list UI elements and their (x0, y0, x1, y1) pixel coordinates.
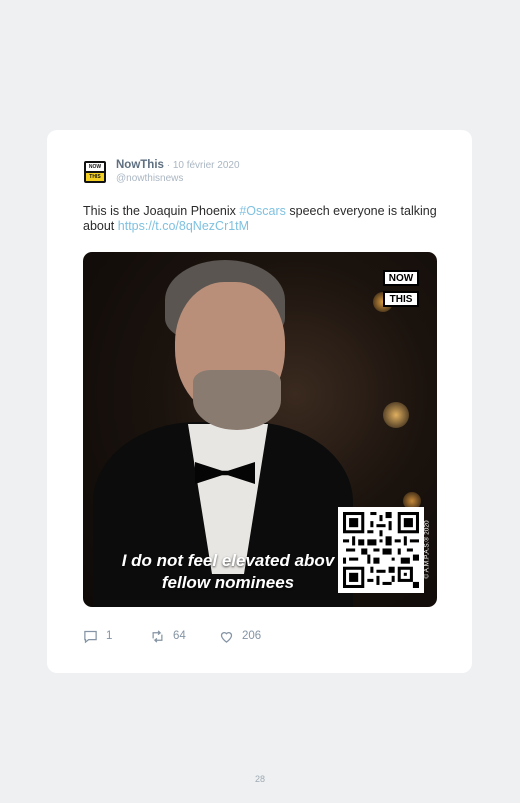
reply-icon (84, 630, 97, 643)
avatar[interactable]: NOW THIS (84, 161, 106, 183)
avatar-logo-bottom: THIS (86, 173, 104, 181)
subtitle-line-1: I do not feel elevated abov (121, 551, 335, 570)
tweet-card: NOW THIS NowThis · 10 février 2020 @nowt… (47, 130, 472, 673)
tweet-text-part1: This is the Joaquin Phoenix (83, 204, 240, 218)
reply-count: 1 (106, 630, 113, 642)
account-line: NowThis · 10 février 2020 (116, 159, 240, 171)
video-thumbnail[interactable]: NOW THIS I do not feel elevated abov fel… (83, 252, 437, 607)
copyright-text: © A.M.P.A.S.® 2020 (423, 520, 431, 579)
hashtag-link[interactable]: #Oscars (239, 204, 286, 218)
retweet-button[interactable]: 64 (150, 627, 186, 645)
like-button[interactable]: 206 (219, 627, 261, 645)
tweet-date[interactable]: 10 février 2020 (173, 160, 240, 171)
retweet-icon (152, 629, 163, 643)
date-separator: · (163, 160, 173, 171)
copyright-notice: © A.M.P.A.S.® 2020 (421, 512, 433, 592)
person-beard (193, 370, 281, 430)
subtitle-line-2: fellow nominees (161, 573, 295, 592)
nowthis-logo-bottom: THIS (383, 291, 419, 307)
account-name[interactable]: NowThis (116, 159, 164, 171)
avatar-logo-top: NOW (86, 163, 104, 171)
tweet-text: This is the Joaquin Phoenix #Oscars spee… (83, 204, 443, 234)
background-light (383, 402, 409, 428)
page-number: 28 (254, 774, 265, 784)
reply-button[interactable]: 1 (83, 627, 112, 645)
video-subtitle: I do not feel elevated abov fellow nomin… (83, 550, 373, 594)
tweet-actions: 1 64 206 (83, 627, 383, 645)
heart-icon (220, 631, 233, 643)
tweet-url-link[interactable]: https://t.co/8qNezCr1tM (118, 219, 249, 233)
nowthis-logo-top: NOW (383, 270, 419, 286)
retweet-count: 64 (173, 630, 186, 642)
qr-code-icon[interactable] (338, 507, 424, 593)
account-handle[interactable]: @nowthisnews (116, 173, 183, 184)
like-count: 206 (242, 630, 262, 642)
